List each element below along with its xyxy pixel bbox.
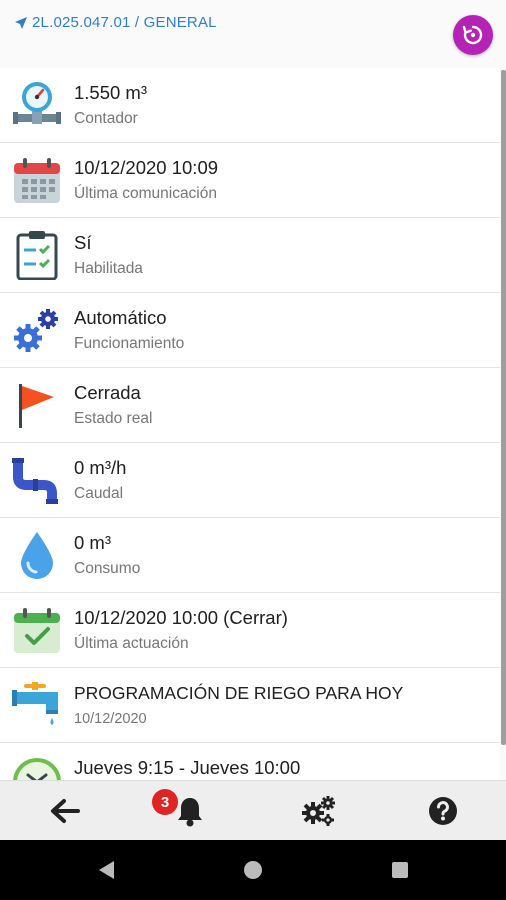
clock-icon <box>12 755 62 780</box>
system-recents-button[interactable] <box>370 840 430 900</box>
triangle-back-icon <box>99 861 114 879</box>
row-label: 10/12/2020 <box>74 711 147 727</box>
system-navigation-bar <box>0 840 506 900</box>
row-value: PROGRAMACIÓN DE RIEGO PARA HOY <box>74 683 404 703</box>
settings-button[interactable] <box>278 781 358 841</box>
row-value: Cerrada <box>74 382 141 403</box>
list-item-last-action[interactable]: 10/12/2020 10:00 (Cerrar) Última actuaci… <box>0 593 500 668</box>
top-bar: 2L.025.047.01 / GENERAL <box>0 0 506 62</box>
back-button[interactable] <box>25 781 105 841</box>
row-value: 10/12/2020 10:09 <box>74 157 219 178</box>
row-label: Estado real <box>74 410 153 427</box>
list-item-flow[interactable]: 0 m³/h Caudal <box>0 443 500 518</box>
row-value: Automático <box>74 307 167 328</box>
row-label: Última comunicación <box>74 185 217 202</box>
red-flag-icon <box>12 380 62 430</box>
arrow-left-icon <box>51 799 80 823</box>
list-item-irrigation-schedule[interactable]: PROGRAMACIÓN DE RIEGO PARA HOY 10/12/202… <box>0 668 500 743</box>
gears-icon <box>302 796 335 826</box>
breadcrumb-label: 2L.025.047.01 / GENERAL <box>32 14 217 31</box>
faucet-icon <box>12 680 62 730</box>
water-drop-icon <box>12 530 62 580</box>
meter-gauge-icon <box>12 80 62 130</box>
square-recents-icon <box>392 862 408 878</box>
row-value: 0 m³ <box>74 532 111 553</box>
row-value: Sí <box>74 232 92 253</box>
row-value: Jueves 9:15 - Jueves 10:00 <box>74 757 301 778</box>
list-item-meter[interactable]: 1.550 m³ Contador <box>0 68 500 143</box>
row-value: 0 m³/h <box>74 457 127 478</box>
bell-icon <box>178 798 202 827</box>
history-refresh-button[interactable] <box>453 15 493 55</box>
list-item-real-state[interactable]: Cerrada Estado real <box>0 368 500 443</box>
row-value: 1.550 m³ <box>74 82 148 103</box>
row-label: Consumo <box>74 560 141 577</box>
row-value: 10/12/2020 10:00 (Cerrar) <box>74 607 288 628</box>
list-item-schedule-time[interactable]: Jueves 9:15 - Jueves 10:00 <box>0 743 500 780</box>
row-label: Habilitada <box>74 260 143 277</box>
list-item-enabled[interactable]: Sí Habilitada <box>0 218 500 293</box>
breadcrumb[interactable]: 2L.025.047.01 / GENERAL <box>14 14 217 31</box>
notification-count-badge: 3 <box>152 789 178 815</box>
list-item-consumption[interactable]: 0 m³ Consumo <box>0 518 500 593</box>
clipboard-checklist-icon <box>12 230 62 280</box>
calendar-icon <box>12 155 62 205</box>
location-arrow-icon <box>15 16 27 29</box>
row-label: Última actuación <box>74 635 189 652</box>
help-circle-icon <box>429 797 457 825</box>
pipe-icon <box>12 455 62 505</box>
calendar-check-icon <box>12 605 62 655</box>
system-back-button[interactable] <box>76 840 136 900</box>
gears-icon <box>12 305 62 355</box>
help-button[interactable] <box>403 781 483 841</box>
row-label: Caudal <box>74 485 124 502</box>
scrollbar[interactable] <box>501 70 506 745</box>
history-refresh-icon <box>462 25 483 45</box>
circle-home-icon <box>244 861 262 879</box>
row-label: Contador <box>74 110 138 127</box>
bottom-navigation: 3 <box>0 780 506 841</box>
status-list[interactable]: 1.550 m³ Contador 10/12/2020 10:09 Últim… <box>0 68 500 780</box>
list-item-last-communication[interactable]: 10/12/2020 10:09 Última comunicación <box>0 143 500 218</box>
list-item-operation[interactable]: Automático Funcionamiento <box>0 293 500 368</box>
row-label: Funcionamiento <box>74 335 185 352</box>
system-home-button[interactable] <box>223 840 283 900</box>
